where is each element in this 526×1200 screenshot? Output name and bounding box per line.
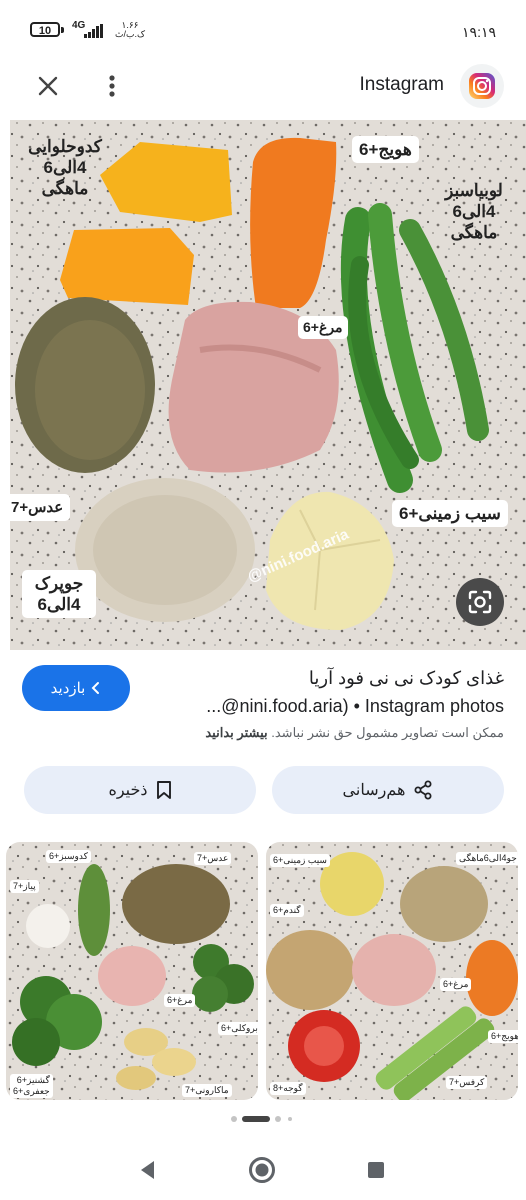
thumb-barley <box>400 866 488 942</box>
thumb-chicken <box>98 946 166 1006</box>
thumb-label-cucumber: کدوسبز+6 <box>46 850 91 863</box>
visit-button[interactable]: بازدید <box>22 665 130 711</box>
thumb-label-broccoli: کلم بروکلی+6 <box>218 1022 258 1035</box>
thumb-label-wheat: گندم+6 <box>270 904 304 917</box>
back-button[interactable] <box>128 1150 168 1190</box>
pager-dot[interactable] <box>231 1116 237 1122</box>
thumb-label-chicken: مرغ+6 <box>440 978 472 991</box>
thumb-cucumber <box>78 864 110 956</box>
label-beans: لوبیاسبز 4الی6 ماهگی <box>445 181 503 242</box>
copyright-text: ممکن است تصاویر مشمول حق نشر نباشد. <box>271 725 504 740</box>
home-button[interactable] <box>242 1150 282 1190</box>
label-lentil: عدس+7 <box>4 494 71 521</box>
system-nav-bar <box>0 1140 526 1200</box>
thumb-onion <box>26 904 70 948</box>
instagram-logo <box>460 64 504 108</box>
thumb-label-carrot: هویج+6 <box>488 1030 518 1043</box>
close-icon <box>38 76 58 96</box>
learn-more-link[interactable]: بیشتر بدانید <box>205 725 267 740</box>
pumpkin-piece-2 <box>60 228 194 305</box>
viewer-top-bar: Instagram <box>0 50 526 120</box>
thumb-lentils <box>122 864 230 944</box>
result-source[interactable]: ...@nini.food.aria) • Instagram photos <box>154 693 504 719</box>
image-viewer: Instagram کدوحلوایی 4الی6 ماهگی هویج+6 ل… <box>0 50 526 655</box>
label-oat: جوپرک 4الی6 <box>22 570 96 618</box>
save-button[interactable]: ذخیره <box>24 766 256 814</box>
label-carrot: هویج+6 <box>352 136 419 163</box>
signal-icon <box>84 24 103 38</box>
related-images: کدوسبز+6 عدس+7 پیاز+7 مرغ+6 کلم بروکلی+6… <box>0 840 526 1105</box>
more-vert-icon <box>109 75 115 97</box>
thumb-carrot <box>466 940 518 1016</box>
thumb-label-barley: جو4الی6ماهگی <box>456 852 518 865</box>
lens-button[interactable] <box>456 578 504 626</box>
visit-label: بازدید <box>50 680 86 697</box>
thumb-photo-right <box>266 842 518 1100</box>
thumb-label-lentil: عدس+7 <box>194 852 232 865</box>
pager-dot-active[interactable] <box>242 1116 270 1122</box>
thumb-label-tomato: گوجه+8 <box>270 1082 306 1095</box>
copyright-notice: ممکن است تصاویر مشمول حق نشر نباشد. بیشت… <box>205 725 504 741</box>
lens-icon <box>468 590 492 614</box>
thumb-photo-left <box>6 842 258 1100</box>
main-image[interactable]: کدوحلوایی 4الی6 ماهگی هویج+6 لوبیاسبز 4ا… <box>0 120 526 650</box>
more-options-button[interactable] <box>94 66 130 106</box>
recents-button[interactable] <box>356 1150 396 1190</box>
related-image-left[interactable]: کدوسبز+6 عدس+7 پیاز+7 مرغ+6 کلم بروکلی+6… <box>6 842 258 1100</box>
bookmark-icon <box>156 781 171 799</box>
clock: ۱۹:۱۹ <box>462 24 496 40</box>
thumb-label-pasta: ماکارونی+7 <box>182 1084 232 1097</box>
source-label[interactable]: Instagram <box>360 74 444 96</box>
pager-dot[interactable] <box>288 1117 292 1121</box>
result-title[interactable]: غذای کودک نی نی فود آریا <box>154 665 504 691</box>
battery-indicator: 10 <box>30 22 64 37</box>
thumb-wheat <box>266 930 354 1010</box>
share-label: هم‌رسانی <box>342 782 406 799</box>
save-label: ذخیره <box>108 782 148 799</box>
thumb-label-celery: کرفس+7 <box>446 1076 488 1089</box>
label-potato: سیب زمینی+6 <box>392 500 508 527</box>
thumb-label-potato: سیب زمینی+6 <box>270 854 330 867</box>
pager-dots <box>0 1113 526 1125</box>
thumb-chicken <box>352 934 436 1006</box>
home-icon <box>249 1157 275 1183</box>
thumb-label-parsley: گشنیز+6 جعفری+6 <box>10 1074 53 1098</box>
status-bar: 10 4G ۱.۶۶ ک.ب/ث ۱۹:۱۹ <box>0 0 526 50</box>
recents-icon <box>368 1162 384 1178</box>
pager-dot[interactable] <box>275 1116 281 1122</box>
thumb-label-chicken: مرغ+6 <box>164 994 196 1007</box>
thumb-label-onion: پیاز+7 <box>10 880 39 893</box>
speed-unit: ک.ب/ث <box>115 29 146 39</box>
network-speed: ۱.۶۶ ک.ب/ث <box>115 21 145 39</box>
chevron-left-icon <box>91 682 100 694</box>
label-chicken: مرغ+6 <box>298 316 348 339</box>
label-pumpkin: کدوحلوایی 4الی6 ماهگی <box>28 137 102 198</box>
related-image-right[interactable]: سیب زمینی+6 جو4الی6ماهگی گندم+6 مرغ+6 هو… <box>266 842 518 1100</box>
close-button[interactable] <box>28 66 68 106</box>
share-icon <box>414 780 432 800</box>
instagram-icon <box>469 73 495 99</box>
back-icon <box>141 1161 154 1179</box>
share-button[interactable]: هم‌رسانی <box>272 766 504 814</box>
